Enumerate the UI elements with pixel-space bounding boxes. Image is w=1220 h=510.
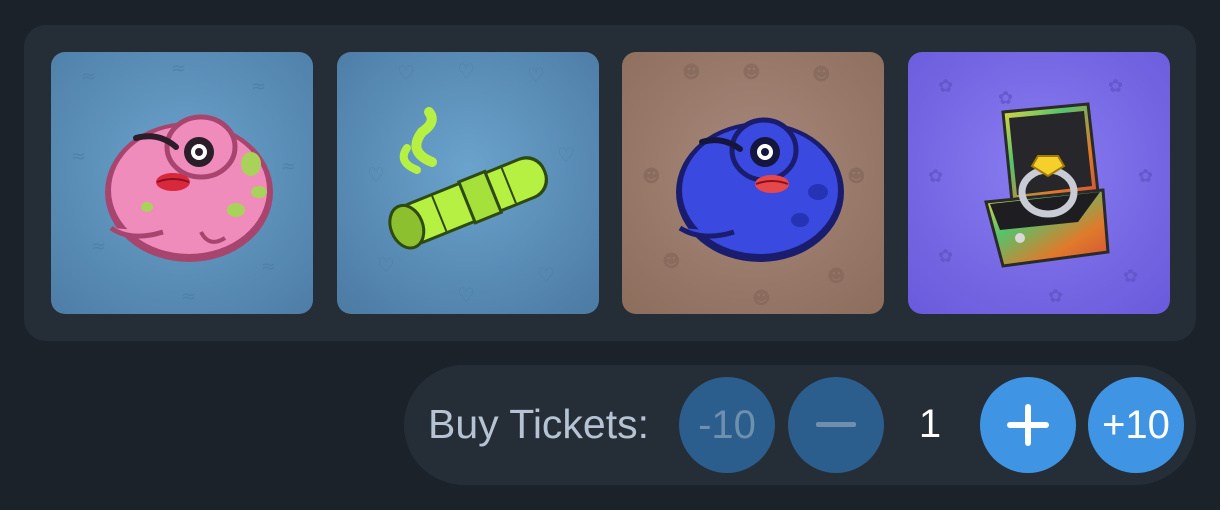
cigar-icon [388,107,549,250]
minus-button[interactable] [788,377,884,473]
gift-card-cigar[interactable]: ♡ ♡ ♡ ♡ ♡ ♡ ♡ ♡ [337,52,599,314]
plus-button[interactable] [980,377,1076,473]
ring-box-icon [984,102,1110,268]
minus-ten-button[interactable]: -10 [679,377,775,473]
plus-ten-button[interactable]: +10 [1088,377,1184,473]
minus-icon [816,422,856,427]
gift-card-ring-box[interactable]: ✿ ✿ ✿ ✿ ✿ ✿ ✿ ✿ [908,52,1170,314]
buy-tickets-bar: Buy Tickets: -10 1 +10 [404,365,1196,485]
blue-frog-icon [676,117,844,262]
plus-icon [1007,404,1049,446]
gifts-panel: ≈ ≈ ≈ ≈ ≈ ≈ ≈ ≈ ♡ ♡ ♡ ♡ ♡ ♡ ♡ ♡ ☻ ☻ ☻ ☻ … [24,25,1196,341]
gift-card-pink-frog[interactable]: ≈ ≈ ≈ ≈ ≈ ≈ ≈ ≈ [51,52,313,314]
buy-tickets-label: Buy Tickets: [428,401,650,447]
ticket-quantity: 1 [918,402,942,446]
gift-card-blue-frog[interactable]: ☻ ☻ ☻ ☻ ☻ ☻ ☻ ☻ [622,52,884,314]
plus-ten-label: +10 [1102,402,1170,447]
minus-ten-label: -10 [698,402,756,447]
pink-frog-icon [105,114,273,262]
